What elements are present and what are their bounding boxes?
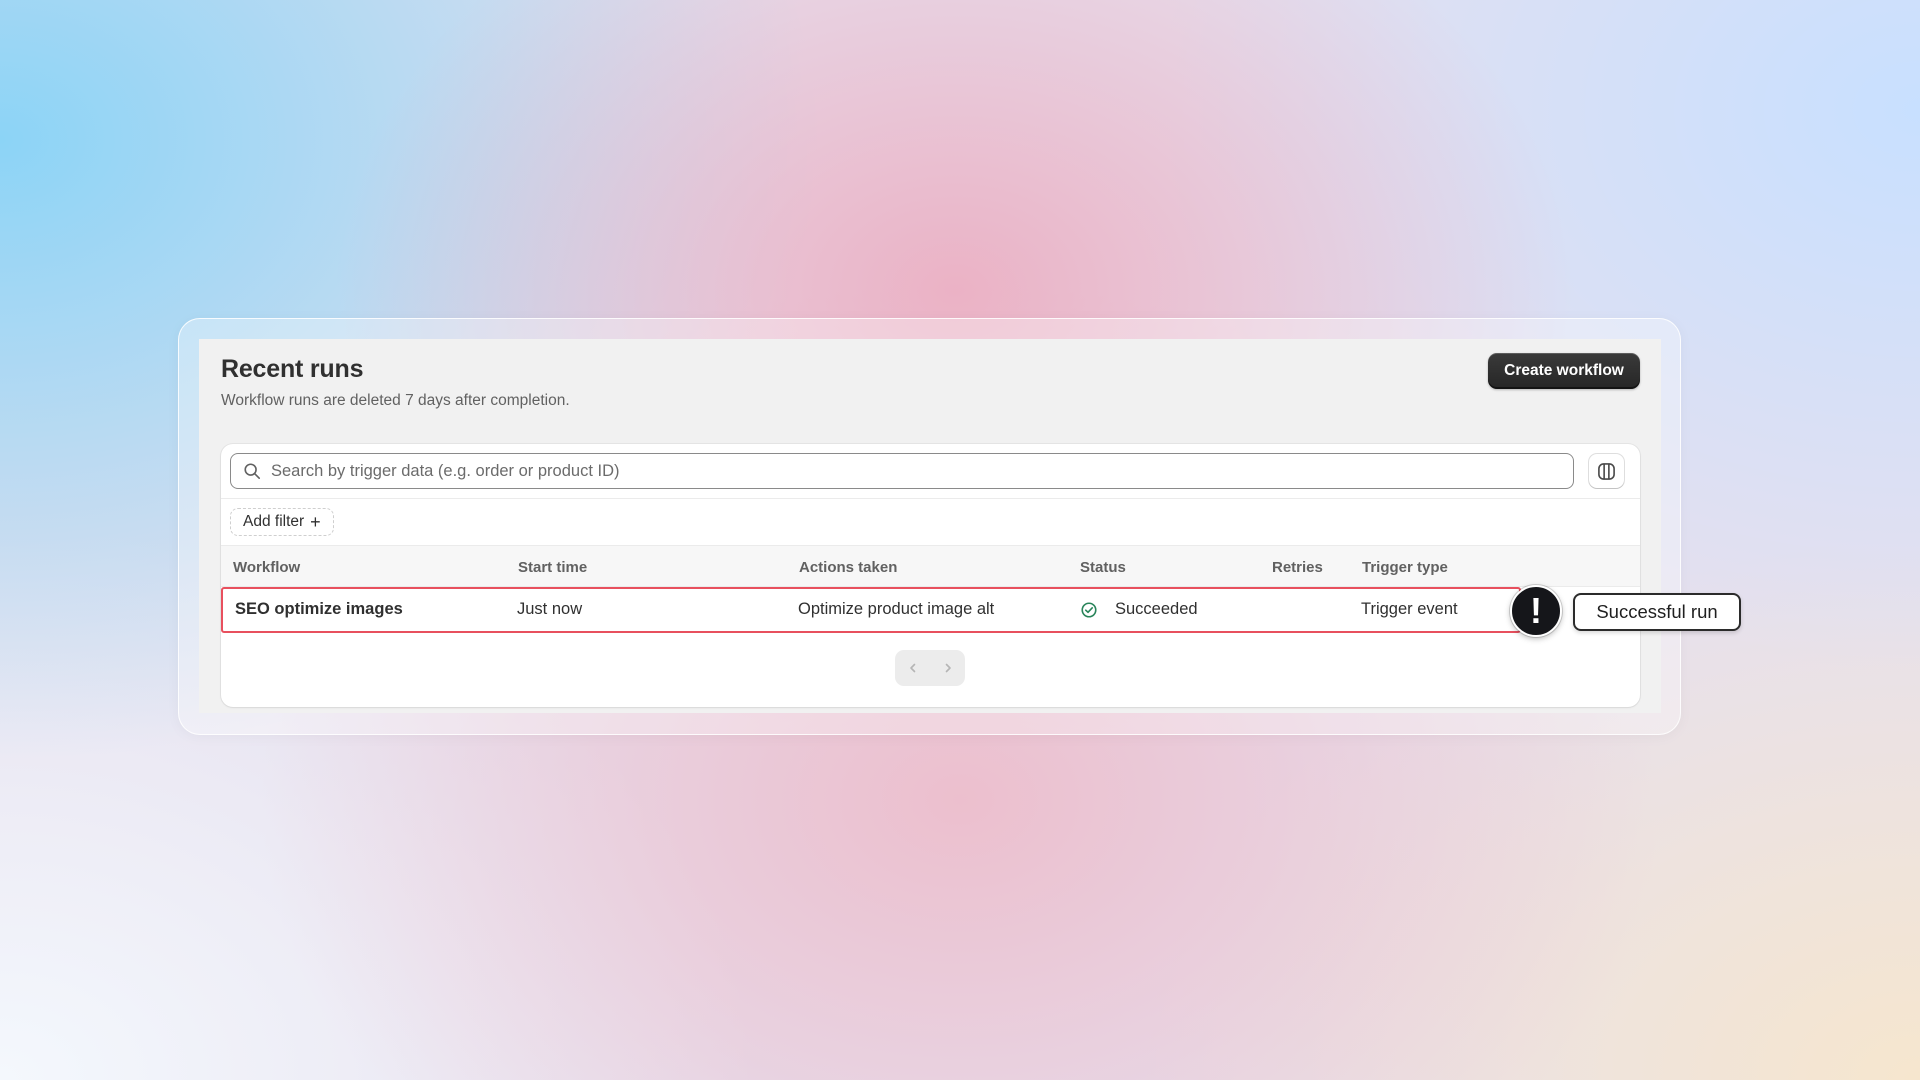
- table-row[interactable]: SEO optimize images Just now Optimize pr…: [221, 587, 1521, 633]
- columns-icon: [1598, 463, 1615, 480]
- status-text: Succeeded: [1115, 600, 1198, 618]
- add-filter-button[interactable]: Add filter +: [230, 508, 334, 536]
- column-header-actions-taken[interactable]: Actions taken: [799, 559, 897, 576]
- pagination: [895, 650, 965, 686]
- recent-runs-panel: Recent runs Workflow runs are deleted 7 …: [199, 339, 1661, 713]
- search-icon: [244, 463, 261, 480]
- cell-workflow: SEO optimize images: [235, 600, 403, 618]
- table-header: Workflow Start time Actions taken Status…: [221, 545, 1640, 587]
- add-filter-label: Add filter: [243, 513, 305, 530]
- column-header-trigger-type[interactable]: Trigger type: [1362, 559, 1448, 576]
- runs-card: Add filter + Workflow Start time Actions…: [221, 444, 1640, 707]
- search-input[interactable]: [271, 454, 1561, 488]
- cell-status: Succeeded: [1080, 600, 1240, 622]
- page-title: Recent runs: [221, 355, 364, 383]
- column-header-status[interactable]: Status: [1080, 559, 1126, 576]
- columns-button[interactable]: [1589, 454, 1624, 488]
- cell-start-time: Just now: [517, 600, 583, 618]
- page-subtitle: Workflow runs are deleted 7 days after c…: [221, 392, 570, 409]
- search-field[interactable]: [230, 453, 1574, 489]
- previous-page-button[interactable]: [895, 650, 930, 686]
- chevron-left-icon: [910, 663, 916, 673]
- column-header-start-time[interactable]: Start time: [518, 559, 587, 576]
- column-header-workflow[interactable]: Workflow: [233, 559, 300, 576]
- check-circle-icon: [1081, 602, 1097, 618]
- next-page-button[interactable]: [930, 650, 965, 686]
- cell-actions-taken: Optimize product image alt: [798, 600, 995, 618]
- column-header-retries[interactable]: Retries: [1272, 559, 1323, 576]
- annotation-callout: Successful run: [1573, 593, 1741, 631]
- divider: [221, 498, 1640, 499]
- chevron-right-icon: [945, 663, 951, 673]
- create-workflow-button[interactable]: Create workflow: [1488, 353, 1640, 389]
- cell-trigger-type: Trigger event: [1361, 600, 1458, 618]
- exclamation-marker-icon: !: [1510, 585, 1562, 637]
- plus-icon: +: [310, 512, 321, 532]
